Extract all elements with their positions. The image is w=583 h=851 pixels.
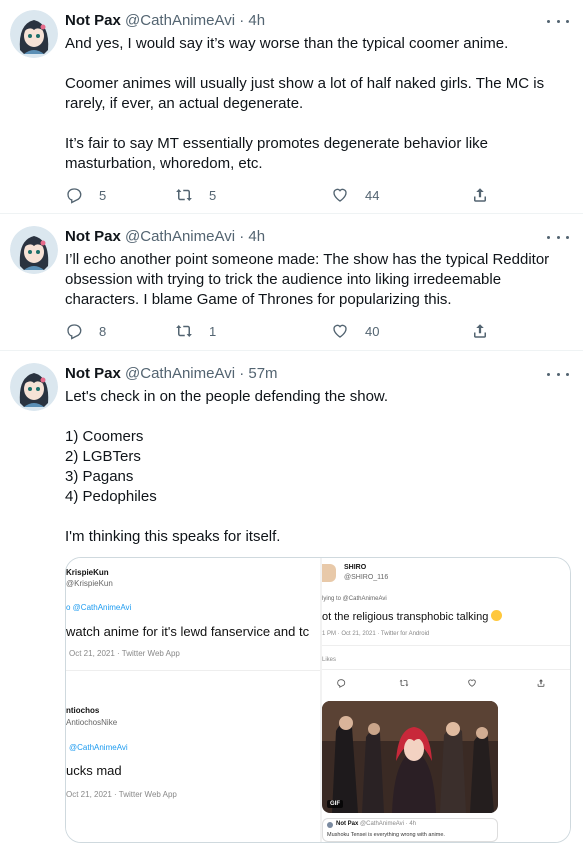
author-name[interactable]: Not Pax — [65, 12, 121, 29]
avatar — [322, 564, 336, 582]
tweet-text: I’ll echo another point someone made: Th… — [65, 251, 554, 308]
more-options-icon[interactable] — [547, 365, 569, 383]
replying-to: lying to @CathAnimeAvi — [322, 596, 387, 602]
share-icon — [537, 679, 545, 687]
anime-gif: GIF — [322, 701, 498, 813]
quoted-author-handle: @SHIRO_116 — [344, 574, 389, 581]
replying-to: @CathAnimeAvi — [69, 743, 128, 752]
tweet-text: And yes, I would say it’s way worse than… — [65, 35, 545, 172]
like-button[interactable]: 40 — [331, 321, 379, 341]
timestamp[interactable]: 4h — [248, 12, 265, 29]
retweet-count: 1 — [209, 323, 217, 339]
like-count: 40 — [365, 323, 380, 339]
quoted-author-name: KrispieKun — [66, 568, 109, 577]
tweet-text: Let's check in on the people defending t… — [65, 388, 389, 545]
divider — [66, 670, 320, 671]
retweet-icon — [176, 325, 192, 337]
gif-badge: GIF — [327, 800, 343, 808]
author-handle[interactable]: @CathAnimeAvi — [125, 12, 235, 29]
quote-text: Mushoku Tensei is everything wrong with … — [327, 832, 445, 838]
quoted-text: ucks mad — [66, 763, 122, 778]
reply-count: 8 — [99, 323, 107, 339]
likes-label: Likes — [322, 657, 337, 663]
divider — [322, 669, 570, 670]
tweet[interactable]: Not Pax @CathAnimeAvi · 4h And yes, I wo… — [0, 0, 583, 214]
share-icon — [474, 324, 486, 338]
tweet-header: Not Pax @CathAnimeAvi · 4h — [65, 227, 265, 247]
quoted-meta: Oct 21, 2021 · Twitter Web App — [69, 649, 180, 658]
avatar[interactable] — [10, 363, 58, 411]
heart-icon — [333, 188, 347, 202]
reply-count: 5 — [99, 187, 107, 203]
retweet-count: 5 — [209, 187, 217, 203]
reply-button[interactable]: 5 — [65, 185, 106, 205]
tweet-header: Not Pax @CathAnimeAvi · 57m — [65, 364, 278, 384]
quoted-text: ot the religious transphobic talking — [322, 610, 503, 623]
retweet-icon — [399, 679, 409, 687]
quoted-author-name: ntiochos — [66, 706, 100, 715]
separator-dot: · — [239, 12, 245, 29]
share-button[interactable] — [471, 321, 489, 341]
quoted-meta: Oct 21, 2021 · Twitter Web App — [66, 790, 177, 799]
author-name[interactable]: Not Pax — [65, 228, 121, 245]
avatar[interactable] — [10, 10, 58, 58]
retweet-button[interactable]: 5 — [175, 185, 216, 205]
reply-button[interactable]: 8 — [65, 321, 106, 341]
separator-dot: · — [239, 228, 245, 245]
retweet-button[interactable]: 1 — [175, 321, 216, 341]
tweet-actions: 8 1 40 — [65, 321, 495, 341]
quote-header: Not Pax @CathAnimeAvi · 4h — [336, 821, 417, 827]
author-name[interactable]: Not Pax — [65, 365, 121, 382]
author-handle[interactable]: @CathAnimeAvi — [125, 228, 235, 245]
avatar — [327, 822, 333, 828]
tweet[interactable]: Not Pax @CathAnimeAvi · 4h I’ll echo ano… — [0, 214, 583, 351]
avatar[interactable] — [10, 226, 58, 274]
author-handle[interactable]: @CathAnimeAvi — [125, 365, 235, 382]
tweet[interactable]: Not Pax @CathAnimeAvi · 57m Let's check … — [0, 351, 583, 851]
heart-icon — [468, 679, 476, 687]
quoted-author-handle: AntiochosNike — [66, 718, 118, 727]
quoted-author-name: SHIRO — [344, 564, 367, 571]
quoted-meta: 1 PM · Oct 21, 2021 · Twitter for Androi… — [322, 631, 430, 637]
like-count: 44 — [365, 187, 380, 203]
like-button[interactable]: 44 — [331, 185, 379, 205]
share-icon — [474, 188, 486, 202]
eye-roll-emoji — [491, 610, 503, 621]
divider — [322, 645, 570, 646]
more-options-icon[interactable] — [547, 12, 569, 30]
quoted-actions — [322, 678, 570, 690]
quoted-tweet-box: Not Pax @CathAnimeAvi · 4h Mushoku Tense… — [322, 818, 498, 842]
timestamp[interactable]: 4h — [248, 228, 265, 245]
replying-to: o @CathAnimeAvi — [66, 603, 132, 612]
quoted-text: watch anime for it's lewd fanservice and… — [66, 624, 310, 639]
retweet-icon — [176, 189, 192, 201]
share-button[interactable] — [471, 185, 489, 205]
screenshot-left: KrispieKun @KrispieKun o @CathAnimeAvi w… — [66, 558, 320, 842]
reply-icon — [67, 188, 82, 204]
more-options-icon[interactable] — [547, 228, 569, 246]
heart-icon — [333, 324, 347, 338]
quoted-author-handle: @KrispieKun — [66, 579, 113, 588]
separator-dot: · — [239, 365, 245, 382]
reply-icon — [337, 679, 346, 688]
screenshot-right: SHIRO @SHIRO_116 lying to @CathAnimeAvi … — [322, 558, 570, 842]
tweet-header: Not Pax @CathAnimeAvi · 4h — [65, 11, 265, 31]
reply-icon — [67, 324, 82, 340]
timestamp[interactable]: 57m — [248, 365, 277, 382]
attached-image[interactable]: KrispieKun @KrispieKun o @CathAnimeAvi w… — [65, 557, 571, 843]
tweet-actions: 5 5 44 — [65, 185, 495, 205]
